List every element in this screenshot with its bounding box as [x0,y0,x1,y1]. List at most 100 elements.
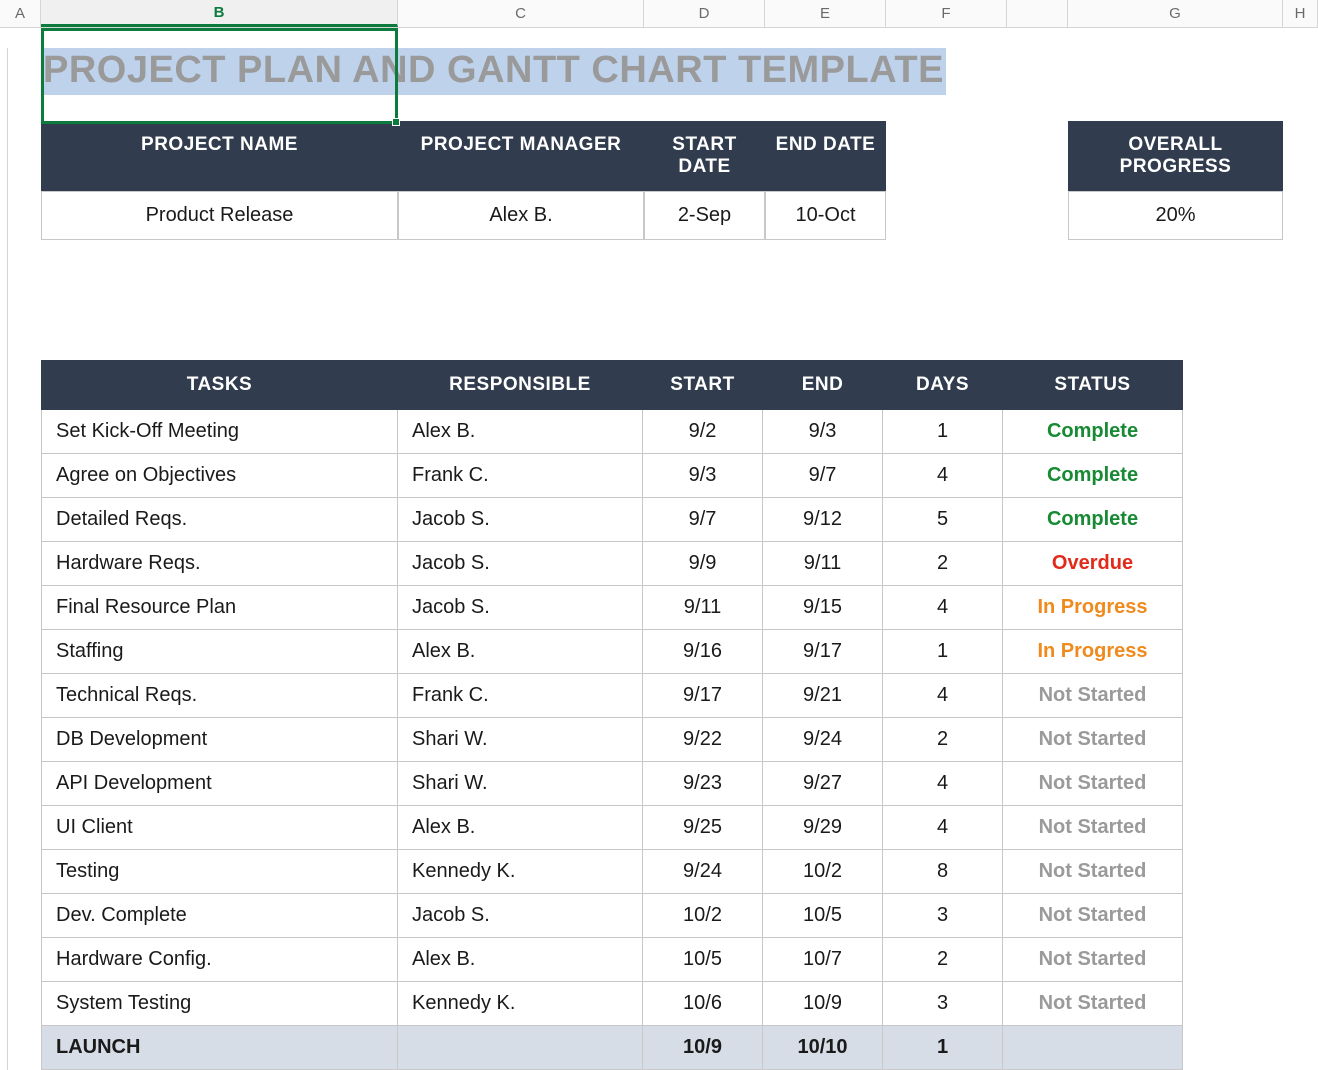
cell-responsible[interactable]: Kennedy K. [398,850,643,894]
cell-task[interactable]: System Testing [42,982,398,1026]
cell-status[interactable]: Overdue [1003,542,1183,586]
cell-days[interactable]: 1 [883,1026,1003,1070]
cell-status[interactable]: Not Started [1003,762,1183,806]
cell-end[interactable]: 9/21 [763,674,883,718]
cell-task[interactable]: Dev. Complete [42,894,398,938]
cell-status[interactable]: Complete [1003,498,1183,542]
cell-task[interactable]: DB Development [42,718,398,762]
cell-status[interactable]: Complete [1003,454,1183,498]
header-responsible[interactable]: RESPONSIBLE [398,361,643,410]
cell-start[interactable]: 9/25 [643,806,763,850]
cell-task[interactable]: API Development [42,762,398,806]
cell-days[interactable]: 3 [883,894,1003,938]
cell-status[interactable]: Not Started [1003,718,1183,762]
cell-end[interactable]: 9/11 [763,542,883,586]
cell-status[interactable]: Not Started [1003,674,1183,718]
cell-responsible[interactable]: Alex B. [398,410,643,454]
cell-responsible[interactable]: Shari W. [398,718,643,762]
cell-responsible[interactable]: Alex B. [398,630,643,674]
cell-status[interactable]: Not Started [1003,806,1183,850]
cell-days[interactable]: 4 [883,454,1003,498]
cell-start-date[interactable]: 2-Sep [644,191,765,240]
cell-start[interactable]: 10/5 [643,938,763,982]
cell-start[interactable]: 9/16 [643,630,763,674]
cell-status[interactable] [1003,1026,1183,1070]
header-start-date[interactable]: START DATE [644,121,765,191]
cell-responsible[interactable]: Alex B. [398,938,643,982]
header-start[interactable]: START [643,361,763,410]
cell-status[interactable]: Not Started [1003,894,1183,938]
cell-task[interactable]: Technical Reqs. [42,674,398,718]
cell-days[interactable]: 4 [883,674,1003,718]
cell-days[interactable]: 2 [883,938,1003,982]
cell-status[interactable]: Not Started [1003,850,1183,894]
cell-end[interactable]: 9/24 [763,718,883,762]
cell-end[interactable]: 10/2 [763,850,883,894]
cell-task[interactable]: Final Resource Plan [42,586,398,630]
cell-end[interactable]: 9/3 [763,410,883,454]
cell-end[interactable]: 10/5 [763,894,883,938]
cell-start[interactable]: 9/22 [643,718,763,762]
cell-task[interactable]: LAUNCH [42,1026,398,1070]
cell-task[interactable]: Hardware Reqs. [42,542,398,586]
column-header-E[interactable]: E [765,0,886,27]
cell-responsible[interactable]: Jacob S. [398,586,643,630]
cell-days[interactable]: 1 [883,410,1003,454]
cell-start[interactable]: 10/9 [643,1026,763,1070]
cell-end[interactable]: 9/29 [763,806,883,850]
cell-start[interactable]: 9/23 [643,762,763,806]
cell-status[interactable]: Not Started [1003,982,1183,1026]
cell-task[interactable]: Agree on Objectives [42,454,398,498]
header-end-date[interactable]: END DATE [765,121,886,191]
header-tasks[interactable]: TASKS [42,361,398,410]
title-cell[interactable]: PROJECT PLAN AND GANTT CHART TEMPLATE [41,48,1178,95]
cell-project-name[interactable]: Product Release [41,191,398,240]
cell-end[interactable]: 10/7 [763,938,883,982]
cell-end[interactable]: 10/10 [763,1026,883,1070]
cell-task[interactable]: Hardware Config. [42,938,398,982]
cell-task[interactable]: Testing [42,850,398,894]
cell-start[interactable]: 10/2 [643,894,763,938]
cell-responsible[interactable]: Alex B. [398,806,643,850]
header-project-manager[interactable]: PROJECT MANAGER [398,121,644,191]
cell-status[interactable]: In Progress [1003,586,1183,630]
cell-days[interactable]: 3 [883,982,1003,1026]
cell-task[interactable]: UI Client [42,806,398,850]
cell-responsible[interactable]: Jacob S. [398,894,643,938]
column-header-B[interactable]: B [41,0,398,27]
cell-status[interactable]: In Progress [1003,630,1183,674]
cell-start[interactable]: 9/2 [643,410,763,454]
cell-start[interactable]: 9/17 [643,674,763,718]
cell-start[interactable]: 9/3 [643,454,763,498]
header-project-name[interactable]: PROJECT NAME [41,121,398,191]
cell-overall-progress[interactable]: 20% [1068,191,1283,240]
cell-task[interactable]: Detailed Reqs. [42,498,398,542]
column-header-H[interactable]: H [1283,0,1318,27]
cell-task[interactable]: Set Kick-Off Meeting [42,410,398,454]
cell-days[interactable]: 4 [883,762,1003,806]
column-header-D[interactable]: D [644,0,765,27]
cell-days[interactable]: 1 [883,630,1003,674]
cell-task[interactable]: Staffing [42,630,398,674]
cell-days[interactable]: 4 [883,586,1003,630]
cell-responsible[interactable]: Shari W. [398,762,643,806]
cell-days[interactable]: 5 [883,498,1003,542]
cell-responsible[interactable]: Frank C. [398,674,643,718]
cell-days[interactable]: 4 [883,806,1003,850]
column-header-G[interactable]: G [1068,0,1283,27]
cell-start[interactable]: 10/6 [643,982,763,1026]
cell-responsible[interactable]: Frank C. [398,454,643,498]
column-header-C[interactable]: C [398,0,644,27]
cell-end[interactable]: 9/15 [763,586,883,630]
cell-responsible[interactable]: Kennedy K. [398,982,643,1026]
column-header-A[interactable]: A [0,0,41,27]
cell-status[interactable]: Complete [1003,410,1183,454]
cell-status[interactable]: Not Started [1003,938,1183,982]
cell-end[interactable]: 9/12 [763,498,883,542]
cell-start[interactable]: 9/7 [643,498,763,542]
cell-end-date[interactable]: 10-Oct [765,191,886,240]
cell-start[interactable]: 9/9 [643,542,763,586]
header-status[interactable]: STATUS [1003,361,1183,410]
column-header-F[interactable]: F [886,0,1007,27]
cell-end[interactable]: 9/27 [763,762,883,806]
